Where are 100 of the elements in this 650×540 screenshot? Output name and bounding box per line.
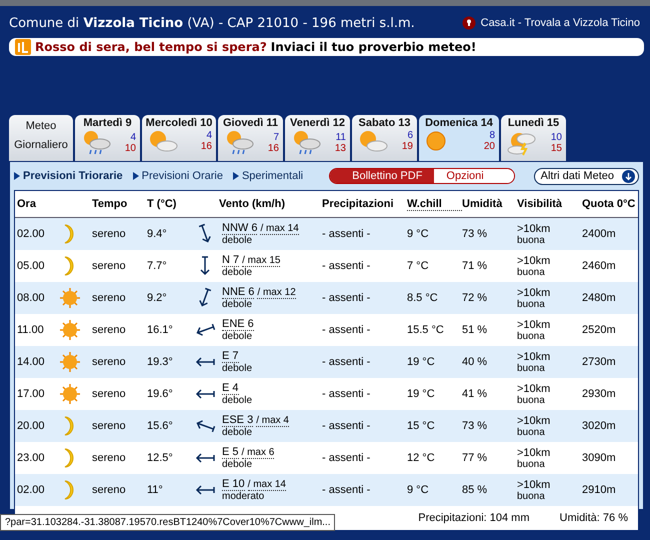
proverb-banner[interactable]: Rosso di sera, bel tempo si spera? Inviaci il tuo proverbio meteo! [9, 38, 644, 56]
max-temp: 16 [200, 141, 212, 152]
wind-value: E 4 [222, 382, 239, 395]
wind-chill-cell-text: 8.5 °C [407, 292, 439, 304]
precipitation-cell-text: - assenti - [321, 484, 372, 496]
wind-gust: / max 4 [256, 415, 289, 427]
wind-gust: / max 14 [248, 479, 286, 491]
wind-strength: debole [222, 267, 254, 278]
temperature-cell-text: 15.6° [147, 420, 174, 432]
wind-value: NNE 6 [222, 286, 254, 299]
humidity-cell-text: 77 % [462, 452, 488, 464]
column-header: Ora [16, 198, 37, 210]
sun-cloud-lightning-icon [507, 130, 537, 156]
wind-chill-cell-text: 9 °C [407, 484, 430, 496]
visibility-quality: buona [517, 490, 546, 502]
day-tab[interactable]: Martedì 9 4 10 [75, 115, 140, 161]
visibility-value: >10km [517, 222, 552, 234]
day-tab[interactable]: Sabato 13 6 19 [352, 115, 417, 161]
min-temp: 4 [206, 130, 212, 141]
sun-icon [425, 130, 447, 152]
wind-chill-cell-text: 19 °C [407, 388, 436, 400]
forecast-link[interactable]: Previsioni Triorarie [14, 170, 123, 182]
wind-value: E 10 [222, 478, 245, 491]
sun-cloud-rain-icon [81, 130, 111, 156]
visibility-quality: buona [517, 266, 546, 278]
wind-chill-cell-text: 7 °C [407, 260, 430, 272]
crescent-moon-icon [62, 416, 76, 436]
wind-strength: debole [222, 363, 254, 374]
wind-chill-cell-text: 15 °C [407, 420, 436, 432]
crescent-moon-icon [62, 480, 76, 500]
visibility-quality: buona [517, 394, 546, 406]
visibility-value: >10km [517, 286, 552, 298]
time-cell-text: 02.00 [16, 484, 46, 496]
day-tab[interactable]: Domenica 14 8 20 [419, 115, 499, 161]
time-cell-text: 05.00 [16, 260, 46, 272]
max-temp: 13 [334, 143, 346, 154]
town-title: Comune di Vizzola Ticino (VA) - CAP 21010 - 196 metri s.l.m. [9, 16, 415, 30]
wind-value: NNW 6 [222, 222, 258, 235]
humidity-cell-text: 51 % [462, 324, 488, 336]
precipitation-cell-text: - assenti - [321, 228, 372, 240]
freezing-level-cell-text: 3020m [582, 420, 617, 432]
visibility-quality: buona [517, 458, 546, 470]
column-header: Umidità [462, 198, 504, 210]
max-temp: 16 [268, 143, 279, 154]
more-data-button[interactable]: Altri dati Meteo [534, 168, 639, 184]
forecast-link[interactable]: Previsioni Orarie [132, 170, 223, 182]
day-tab[interactable]: Giovedì 11 7 16 [218, 115, 283, 161]
sun-icon [60, 288, 80, 308]
day-tab[interactable]: Venerdì 12 11 13 [285, 115, 350, 161]
wind-strength: debole [222, 331, 254, 342]
precipitation-cell-text: - assenti - [321, 356, 372, 368]
max-temp: 19 [402, 141, 413, 152]
wind-strength: moderato [222, 491, 266, 502]
day-tab[interactable]: Mercoledì 10 4 16 [142, 115, 216, 161]
humidity-cell-text: 73 % [462, 228, 488, 240]
day-tab[interactable]: Meteo Giornaliero [9, 115, 73, 161]
visibility-value: >10km [517, 350, 552, 362]
wind-gust: / max 14 [260, 223, 299, 235]
forecast-link[interactable]: Sperimentali [232, 170, 304, 182]
min-temp: 4 [130, 132, 136, 143]
temperature-cell-text: 19.3° [147, 356, 174, 368]
sky-cell-text: sereno [91, 484, 127, 496]
sky-cell-text: sereno [91, 292, 127, 304]
visibility-quality: buona [517, 426, 546, 438]
freezing-level-cell-text: 3090m [582, 452, 617, 464]
casa-link[interactable]: Casa.it - Trovala a Vizzola Ticino [480, 17, 640, 29]
options-button[interactable]: Opzioni [434, 169, 514, 183]
min-temp: 7 [273, 132, 279, 143]
visibility-value: >10km [517, 414, 552, 426]
column-header: Visibilità [517, 198, 564, 210]
visibility-quality: buona [517, 330, 546, 342]
time-cell-text: 20.00 [16, 420, 46, 432]
wind-value: ENE 6 [222, 318, 254, 331]
visibility-quality: buona [517, 234, 546, 246]
triangle-icon [232, 172, 239, 180]
temperature-cell-text: 9.4° [147, 228, 168, 240]
freezing-level-cell-text: 2480m [582, 292, 617, 304]
column-header: Quota 0°C [582, 198, 636, 210]
visibility-value: >10km [517, 446, 552, 458]
time-cell-text: 23.00 [16, 452, 46, 464]
freezing-level-cell-text: 2400m [582, 228, 617, 240]
status-url-tooltip: ?par=31.103284.-31.38087.19570.resBT1240%7Cover10%7Cwww_ilm... [0, 514, 336, 531]
sky-cell-text: sereno [91, 228, 127, 240]
time-cell-text: 11.00 [16, 324, 45, 336]
time-cell-text: 14.00 [16, 356, 46, 368]
pdf-button[interactable]: Bollettino PDF [330, 169, 434, 183]
humidity-cell-text: 71 % [462, 260, 488, 272]
sun-cloud-icon [358, 130, 388, 152]
sky-cell-text: sereno [91, 260, 127, 272]
freezing-level-cell-text: 2460m [582, 260, 617, 272]
temperature-cell-text: 16.1° [147, 324, 174, 336]
day-tab[interactable]: Lunedì 15 10 15 [501, 115, 566, 161]
min-temp: 8 [489, 130, 495, 141]
crescent-moon-icon [62, 256, 76, 276]
freezing-level-cell-text: 2910m [582, 484, 617, 496]
sky-cell-text: sereno [91, 356, 127, 368]
keyhole-icon [462, 16, 476, 30]
sun-icon [60, 384, 80, 404]
sun-cloud-rain-icon [291, 130, 321, 156]
wind-gust: / max 6 [242, 447, 274, 459]
